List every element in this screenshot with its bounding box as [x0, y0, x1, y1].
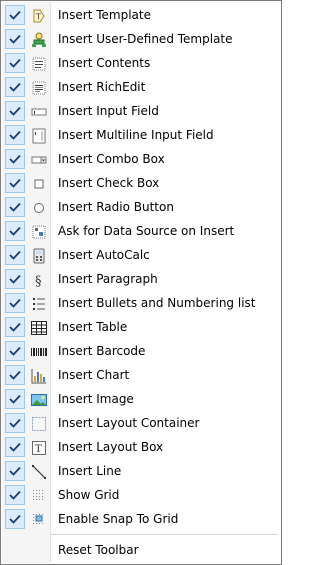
- toolbar-context-menu: T Insert Template Insert User-Defined Temp…: [0, 0, 282, 565]
- menu-item-grid[interactable]: Show Grid: [2, 484, 280, 508]
- menu-item-multiline-input-field[interactable]: Insert Multiline Input Field: [2, 124, 280, 148]
- svg-text:T: T: [35, 13, 41, 22]
- check-box-icon: [30, 175, 48, 193]
- bullets-numbering-icon: [30, 295, 48, 313]
- barcode-icon: [30, 343, 48, 361]
- contents-icon: [30, 55, 48, 73]
- multiline-input-field-icon: [30, 127, 48, 145]
- grid-icon: [30, 487, 48, 505]
- menu-item-richedit[interactable]: Insert RichEdit: [2, 76, 280, 100]
- menu-item-label: Insert Layout Container: [58, 416, 200, 430]
- menu-item-check-box[interactable]: Insert Check Box: [2, 172, 280, 196]
- menu-item-contents[interactable]: Insert Contents: [2, 52, 280, 76]
- menu-item-combo-box[interactable]: Insert Combo Box: [2, 148, 280, 172]
- menu-item-table[interactable]: Insert Table: [2, 316, 280, 340]
- radio-button-icon: [30, 199, 48, 217]
- menu-item-label: Insert Input Field: [58, 104, 159, 118]
- layout-container-icon: [30, 415, 48, 433]
- checkmark-icon: [5, 173, 25, 193]
- menu-item-label: Insert Line: [58, 464, 122, 478]
- paragraph-icon: §: [30, 271, 48, 289]
- menu-item-bullets-numbering[interactable]: Insert Bullets and Numbering list: [2, 292, 280, 316]
- menu-item-label: Insert Radio Button: [58, 200, 174, 214]
- menu-item-layout-container[interactable]: Insert Layout Container: [2, 412, 280, 436]
- menu-item-label: Insert Check Box: [58, 176, 160, 190]
- checkmark-icon: [5, 245, 25, 265]
- richedit-icon: [30, 79, 48, 97]
- menu-item-line[interactable]: Insert Line: [2, 460, 280, 484]
- checkmark-icon: [5, 221, 25, 241]
- reset-toolbar-item[interactable]: Reset Toolbar: [2, 539, 280, 561]
- svg-text:§: §: [35, 274, 42, 289]
- menu-items: T Insert Template Insert User-Defined Temp…: [2, 4, 280, 532]
- menu-item-label: Insert Table: [58, 320, 128, 334]
- user-defined-template-icon: [30, 31, 48, 49]
- checkmark-icon: [5, 461, 25, 481]
- checkmark-icon: [5, 149, 25, 169]
- checkmark-icon: [5, 317, 25, 337]
- snap-grid-icon: [30, 511, 48, 529]
- menu-item-label: Insert Multiline Input Field: [58, 128, 214, 142]
- menu-item-label: Insert User-Defined Template: [58, 32, 233, 46]
- input-field-icon: [30, 103, 48, 121]
- menu-item-image[interactable]: Insert Image: [2, 388, 280, 412]
- menu-item-label: Insert Barcode: [58, 344, 146, 358]
- menu-item-user-defined-template[interactable]: Insert User-Defined Template: [2, 28, 280, 52]
- menu-item-label: Insert Bullets and Numbering list: [58, 296, 256, 310]
- checkmark-icon: [5, 437, 25, 457]
- checkmark-icon: [5, 485, 25, 505]
- checkmark-icon: [5, 413, 25, 433]
- autocalc-icon: [30, 247, 48, 265]
- checkmark-icon: [5, 293, 25, 313]
- image-icon: [30, 391, 48, 409]
- menu-item-label: Insert Combo Box: [58, 152, 165, 166]
- menu-item-template[interactable]: T Insert Template: [2, 4, 280, 28]
- svg-text:T: T: [35, 444, 42, 455]
- menu-item-label: Insert AutoCalc: [58, 248, 150, 262]
- menu-item-chart[interactable]: Insert Chart: [2, 364, 280, 388]
- reset-toolbar-label: Reset Toolbar: [58, 543, 139, 557]
- menu-item-label: Insert Template: [58, 8, 151, 22]
- checkmark-icon: [5, 53, 25, 73]
- checkmark-icon: [5, 29, 25, 49]
- menu-item-snap-grid[interactable]: Enable Snap To Grid: [2, 508, 280, 532]
- menu-item-label: Insert Chart: [58, 368, 130, 382]
- checkmark-icon: [5, 389, 25, 409]
- menu-item-radio-button[interactable]: Insert Radio Button: [2, 196, 280, 220]
- table-icon: [30, 319, 48, 337]
- menu-item-label: Show Grid: [58, 488, 120, 502]
- checkmark-icon: [5, 509, 25, 529]
- menu-item-label: Insert Contents: [58, 56, 151, 70]
- menu-item-label: Insert Paragraph: [58, 272, 158, 286]
- checkmark-icon: [5, 365, 25, 385]
- chart-icon: [30, 367, 48, 385]
- menu-item-label: Enable Snap To Grid: [58, 512, 179, 526]
- line-icon: [30, 463, 48, 481]
- menu-item-input-field[interactable]: Insert Input Field: [2, 100, 280, 124]
- checkmark-icon: [5, 197, 25, 217]
- combo-box-icon: [30, 151, 48, 169]
- menu-item-label: Insert RichEdit: [58, 80, 146, 94]
- checkmark-icon: [5, 77, 25, 97]
- menu-item-paragraph[interactable]: § Insert Paragraph: [2, 268, 280, 292]
- template-icon: T: [30, 7, 48, 25]
- menu-item-data-source[interactable]: Ask for Data Source on Insert: [2, 220, 280, 244]
- menu-item-barcode[interactable]: Insert Barcode: [2, 340, 280, 364]
- checkmark-icon: [5, 5, 25, 25]
- layout-box-icon: T: [30, 439, 48, 457]
- menu-item-autocalc[interactable]: Insert AutoCalc: [2, 244, 280, 268]
- menu-separator: [51, 534, 277, 535]
- checkmark-icon: [5, 341, 25, 361]
- checkmark-icon: [5, 125, 25, 145]
- menu-item-label: Insert Layout Box: [58, 440, 164, 454]
- checkmark-icon: [5, 269, 25, 289]
- data-source-icon: [30, 223, 48, 241]
- menu-item-label: Ask for Data Source on Insert: [58, 224, 235, 238]
- menu-item-label: Insert Image: [58, 392, 134, 406]
- menu-item-layout-box[interactable]: T Insert Layout Box: [2, 436, 280, 460]
- checkmark-icon: [5, 101, 25, 121]
